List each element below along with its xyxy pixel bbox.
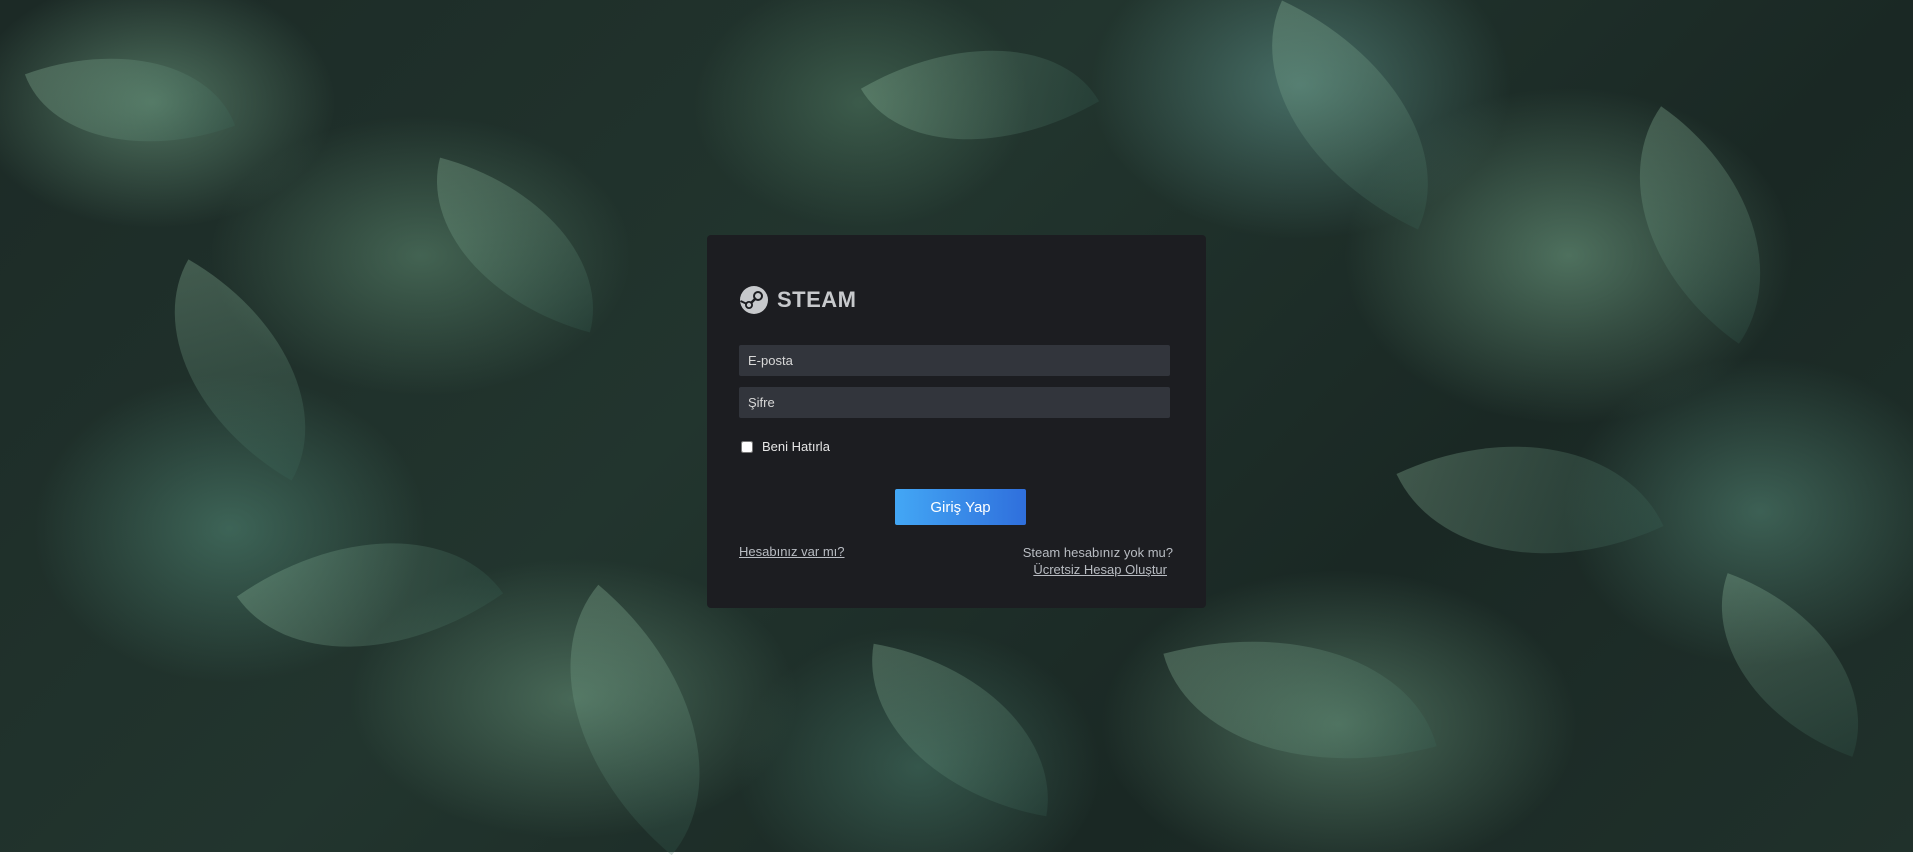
steam-logo-icon — [739, 285, 769, 315]
background-leaf — [1218, 0, 1482, 230]
background-leaf — [1396, 381, 1664, 619]
background-leaf — [849, 643, 1071, 817]
no-account-text: Steam hesabınız yok mu? — [1022, 545, 1173, 560]
login-card: STEAM Beni Hatırla Giriş Yap Hesabınız v… — [707, 235, 1206, 608]
remember-me-label: Beni Hatırla — [762, 439, 830, 454]
email-field[interactable] — [739, 345, 1170, 376]
background-leaf — [860, 0, 1100, 202]
background-leaf — [24, 12, 236, 188]
have-account-link[interactable]: Hesabınız var mı? — [739, 544, 845, 559]
background-leaf — [1683, 573, 1897, 757]
background-leaf — [406, 157, 624, 333]
background-leaf — [1163, 591, 1437, 809]
remember-me-row[interactable]: Beni Hatırla — [741, 439, 830, 454]
remember-me-checkbox[interactable] — [741, 440, 753, 453]
password-field[interactable] — [739, 387, 1170, 418]
background-leaf — [118, 259, 362, 481]
signup-block: Steam hesabınız yok mu? Ücretsiz Hesap O… — [1023, 544, 1173, 578]
create-account-link[interactable]: Ücretsiz Hesap Oluştur — [1033, 561, 1167, 578]
background-leaf — [1575, 106, 1825, 344]
background-leaf — [236, 470, 504, 720]
brand-name: STEAM — [777, 287, 857, 312]
login-button[interactable]: Giriş Yap — [895, 489, 1026, 525]
brand-logo: STEAM — [739, 285, 857, 315]
background-leaf — [495, 584, 775, 855]
